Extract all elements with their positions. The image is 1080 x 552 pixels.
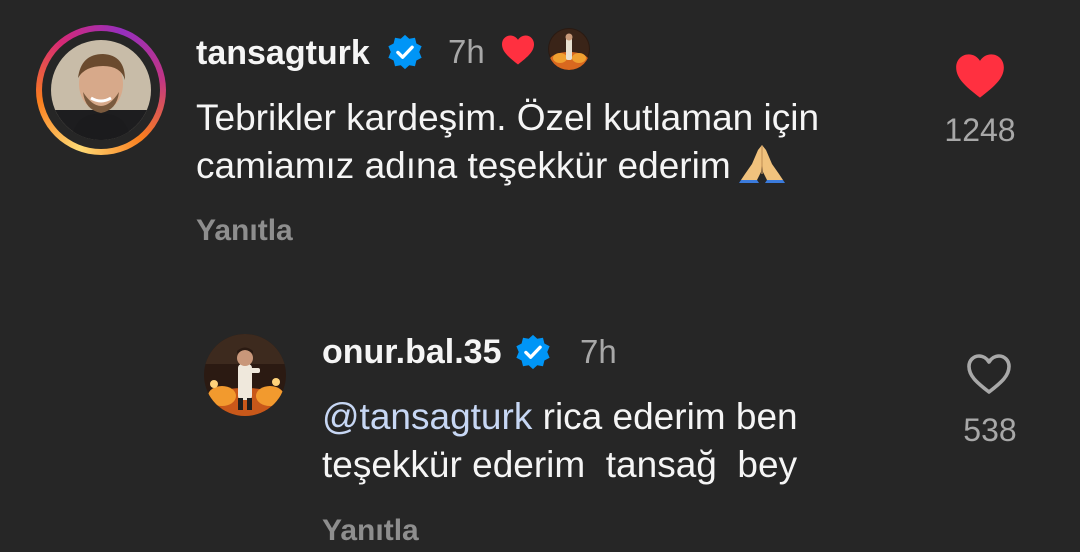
folded-hands-icon xyxy=(738,145,785,183)
reply-timestamp: 7h xyxy=(580,333,617,370)
verified-badge-icon xyxy=(388,34,422,70)
reply-button[interactable]: Yanıtla xyxy=(322,514,419,548)
comment-text-line: Tebrikler kardeşim. Özel kutlaman için xyxy=(196,97,820,138)
comment-text: Tebrikler kardeşim. Özel kutlaman için c… xyxy=(196,94,819,190)
avatar[interactable] xyxy=(51,40,151,140)
mention-link[interactable]: @tansagturk xyxy=(322,396,532,437)
like-count: 1248 xyxy=(944,112,1016,148)
reply-text: @tansagturk rica ederim ben teşekkür ede… xyxy=(322,393,798,489)
heart-outline-icon[interactable] xyxy=(964,352,1014,396)
comment-text-line: camiamız adına teşekkür ederim xyxy=(196,145,731,186)
avatar[interactable] xyxy=(204,334,286,416)
heart-filled-icon[interactable] xyxy=(954,52,1006,100)
like-count: 538 xyxy=(963,412,1017,448)
reply-button[interactable]: Yanıtla xyxy=(196,214,293,248)
comment-username[interactable]: tansagturk xyxy=(196,34,370,73)
verified-badge-icon xyxy=(516,334,550,370)
reply-text-line: rica ederim ben xyxy=(532,396,798,437)
reply-username[interactable]: onur.bal.35 xyxy=(322,333,502,372)
reply-text-line: teşekkür ederim tansağ bey xyxy=(322,444,798,485)
author-avatar xyxy=(548,28,590,70)
comment-timestamp: 7h xyxy=(448,33,485,70)
heart-icon xyxy=(502,35,534,65)
